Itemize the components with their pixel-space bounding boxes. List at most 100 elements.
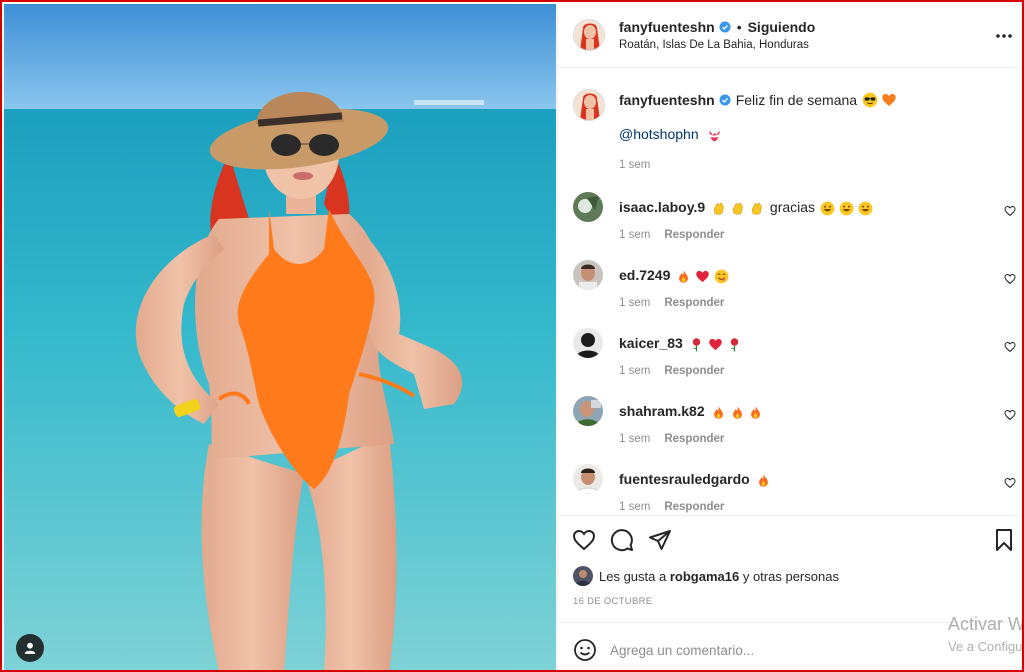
reply-button[interactable]: Responder: [664, 297, 724, 309]
comment-body: ed.7249: [619, 267, 729, 284]
commenter-avatar[interactable]: [573, 464, 603, 494]
like-heart-icon[interactable]: [572, 528, 596, 552]
rose-icon: [692, 338, 701, 352]
like-comment-icon[interactable]: [1004, 341, 1016, 353]
post-location[interactable]: Roatán, Islas De La Bahia, Honduras: [619, 39, 809, 51]
reply-button[interactable]: Responder: [664, 501, 724, 513]
likes-suffix[interactable]: y otras personas: [743, 569, 839, 584]
comment-time: 1 sem: [619, 229, 651, 241]
comment-body: isaac.laboy.9 gracias: [619, 199, 873, 216]
savoring-face-icon: [714, 269, 729, 284]
grinning-face-icon: [858, 201, 873, 216]
comment-meta: 1 sem Responder: [619, 433, 724, 445]
verified-badge-icon: [719, 21, 731, 33]
commenter-avatar[interactable]: [573, 396, 603, 426]
comment-input[interactable]: [610, 637, 940, 663]
caption: fanyfuenteshn Feliz fin de semana: [619, 92, 897, 108]
likes-summary: Les gusta a robgama16 y otras personas: [573, 566, 839, 586]
liker-username[interactable]: robgama16: [670, 569, 739, 584]
like-comment-icon[interactable]: [1004, 477, 1016, 489]
like-comment-icon[interactable]: [1004, 273, 1016, 285]
comment-username[interactable]: shahram.k82: [619, 403, 705, 419]
bookmark-icon[interactable]: [992, 528, 1016, 552]
grinning-face-icon: [820, 201, 835, 216]
fire-icon: [732, 406, 742, 419]
commenter-avatar[interactable]: [573, 260, 603, 290]
post-date: 16 DE OCTUBRE: [573, 596, 653, 607]
orange-heart-icon: [882, 94, 896, 106]
header-name-row: fanyfuenteshn • Siguiendo: [619, 19, 815, 35]
caption-mention[interactable]: @hotshophn: [619, 126, 722, 143]
author-avatar[interactable]: [573, 19, 605, 51]
bikini-icon: [709, 130, 719, 141]
share-send-icon[interactable]: [648, 528, 672, 552]
post-details-panel: fanyfuenteshn • Siguiendo Roatán, Islas …: [557, 4, 1022, 670]
person-icon: [24, 642, 36, 654]
comment-time: 1 sem: [619, 433, 651, 445]
comment-emojis: [676, 267, 729, 284]
comment-username[interactable]: kaicer_83: [619, 335, 683, 351]
comment-body: kaicer_83: [619, 335, 742, 352]
commenter-avatar[interactable]: [573, 192, 603, 222]
comment-username[interactable]: fuentesrauledgardo: [619, 471, 750, 487]
like-comment-icon[interactable]: [1004, 205, 1016, 217]
rose-icon: [730, 338, 738, 352]
likes-prefix: Les gusta a: [599, 568, 667, 584]
post-actions-bar: [558, 515, 1022, 565]
like-comment-icon[interactable]: [1004, 409, 1016, 421]
caption-author-avatar[interactable]: [573, 89, 605, 121]
app-window: fanyfuenteshn • Siguiendo Roatán, Islas …: [0, 0, 1024, 672]
author-username[interactable]: fanyfuenteshn: [619, 19, 715, 35]
fire-icon: [713, 406, 723, 419]
comment-body: fuentesrauledgardo: [619, 471, 771, 488]
comment-meta: 1 sem Responder: [619, 501, 724, 513]
more-options-icon: [996, 34, 1012, 38]
clapping-hands-icon: [751, 202, 762, 215]
fire-icon: [751, 406, 761, 419]
activation-watermark-title: Activar W: [948, 614, 1024, 634]
comment-item: isaac.laboy.9 gracias 1 sem Responder: [558, 192, 1022, 260]
fire-icon: [758, 474, 768, 487]
red-heart-icon: [696, 270, 710, 282]
commenter-avatar[interactable]: [573, 328, 603, 358]
comment-bubble-icon[interactable]: [610, 528, 634, 552]
comment-text: gracias: [769, 199, 816, 216]
comment-emojis: [689, 335, 742, 352]
mention-link[interactable]: @hotshophn: [619, 126, 699, 142]
comment-item: kaicer_83 1 sem Responder: [558, 328, 1022, 396]
comment-item: shahram.k82 1 sem Responder: [558, 396, 1022, 464]
more-options-button[interactable]: [994, 26, 1014, 46]
sunglasses-face-icon: [862, 92, 878, 108]
comment-item: ed.7249 1 sem Responder: [558, 260, 1022, 328]
separator-dot: •: [736, 19, 742, 35]
tagged-users-button[interactable]: [16, 634, 44, 662]
reply-button[interactable]: Responder: [664, 229, 724, 241]
comment-meta: 1 sem Responder: [619, 297, 724, 309]
caption-username[interactable]: fanyfuenteshn: [619, 92, 715, 108]
caption-time: 1 sem: [619, 159, 651, 171]
comment-emojis: [756, 471, 771, 488]
comment-meta: 1 sem Responder: [619, 229, 724, 241]
reply-button[interactable]: Responder: [664, 433, 724, 445]
comment-username[interactable]: isaac.laboy.9: [619, 199, 705, 215]
likes-text: Les gusta a robgama16 y otras personas: [599, 569, 839, 584]
comment-emojis: [711, 403, 764, 420]
comment-emojis: [711, 199, 764, 216]
post-photo[interactable]: [4, 4, 556, 670]
comment-item: fuentesrauledgardo 1 sem Responder: [558, 464, 1022, 514]
reply-button[interactable]: Responder: [664, 365, 724, 377]
grinning-face-icon: [839, 201, 854, 216]
comment-emojis-after: [820, 199, 873, 216]
liker-avatar[interactable]: [573, 566, 593, 586]
caption-text: Feliz fin de semana: [735, 92, 858, 108]
emoji-picker-icon[interactable]: [573, 638, 597, 662]
verified-badge-icon: [719, 94, 731, 106]
post-header: fanyfuenteshn • Siguiendo Roatán, Islas …: [558, 4, 1022, 68]
fire-icon: [679, 270, 689, 283]
following-button[interactable]: Siguiendo: [748, 19, 816, 35]
red-heart-icon: [708, 338, 722, 350]
comments-section[interactable]: fanyfuenteshn Feliz fin de semana @hotsh…: [558, 69, 1022, 514]
comment-body: shahram.k82: [619, 403, 763, 420]
comment-time: 1 sem: [619, 297, 651, 309]
comment-username[interactable]: ed.7249: [619, 267, 670, 283]
